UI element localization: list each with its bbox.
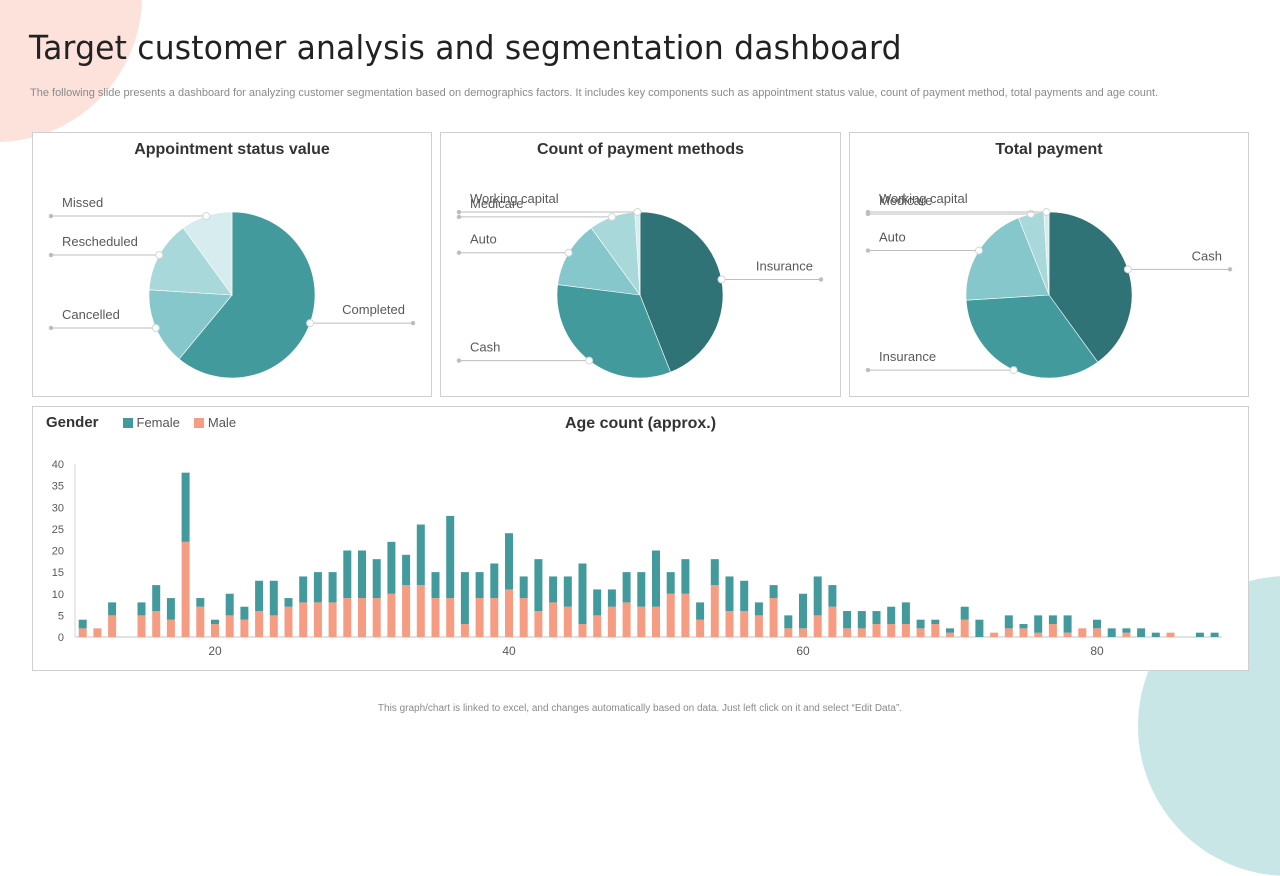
appointment-status-pie: Completed Cancelled Rescheduled Missed (48, 195, 416, 379)
leader-anchor-dot (633, 208, 642, 217)
page-title: Target customer analysis and segmentatio… (29, 28, 902, 67)
leader-end-dot (456, 358, 462, 363)
age-count-panel[interactable]: Age count (approx.) (32, 406, 1249, 671)
leader-end-dot (865, 367, 871, 373)
female-swatch (122, 417, 133, 428)
payment-methods-pie: InsuranceCashAutoMedicareWorking capital (456, 191, 824, 379)
pie-label: Cancelled (62, 307, 120, 322)
leader-anchor-dot (151, 323, 160, 332)
leader-anchor-dot (202, 212, 211, 221)
leader-end-dot (1227, 267, 1233, 272)
pie-label: Completed (342, 302, 405, 317)
leader-end-dot (456, 209, 462, 215)
legend-item-male[interactable]: Male (193, 415, 236, 430)
pie-label: Rescheduled (62, 234, 138, 249)
page-subtitle: The following slide presents a dashboard… (30, 87, 1159, 99)
legend-title: Gender (46, 414, 99, 431)
leader-end-dot (456, 250, 462, 255)
leader-anchor-dot (717, 275, 726, 284)
leader-anchor-dot (155, 251, 164, 260)
leader-end-dot (865, 248, 871, 253)
pie-label: Auto (879, 230, 906, 245)
pie-label: Insurance (756, 258, 813, 273)
pie-label: Missed (62, 195, 103, 210)
leader-end-dot (456, 214, 462, 220)
leader-anchor-dot (1042, 208, 1051, 217)
appointment-status-panel[interactable]: Appointment status value Completed Cancel… (32, 132, 432, 397)
total-payment-pie: CashInsuranceAutoMedicareWorking capital (865, 191, 1233, 379)
leader-end-dot (48, 213, 54, 219)
leader-end-dot (48, 325, 54, 331)
footer-note: This graph/chart is linked to excel, and… (377, 703, 903, 714)
total-payment-panel[interactable]: Total payment Cash Insurance Auto Medicare W… (849, 132, 1249, 397)
leader-anchor-dot (1009, 366, 1018, 375)
leader-anchor-dot (585, 356, 594, 365)
leader-anchor-dot (306, 319, 315, 328)
leader-end-dot (410, 320, 416, 326)
pie-label: Auto (470, 232, 497, 247)
leader-anchor-dot (607, 212, 616, 221)
leader-anchor-dot (974, 246, 983, 255)
pie-label: Working capital (879, 191, 968, 206)
leader-end-dot (48, 252, 54, 258)
legend-item-female[interactable]: Female (122, 415, 180, 430)
pie-label: Cash (1192, 248, 1222, 263)
leader-end-dot (865, 209, 871, 215)
gender-legend: Gender Female Male (46, 414, 250, 431)
pie-label: Insurance (879, 349, 936, 364)
payment-methods-panel[interactable]: Count of payment methods Insurance Cash Au… (440, 132, 841, 397)
leader-anchor-dot (564, 248, 573, 257)
male-swatch (193, 417, 204, 428)
leader-end-dot (818, 277, 824, 282)
pie-label: Working capital (470, 191, 559, 206)
pie-label: Cash (470, 340, 500, 355)
decorative-blob-top-left (0, 0, 142, 142)
leader-anchor-dot (1123, 265, 1132, 274)
